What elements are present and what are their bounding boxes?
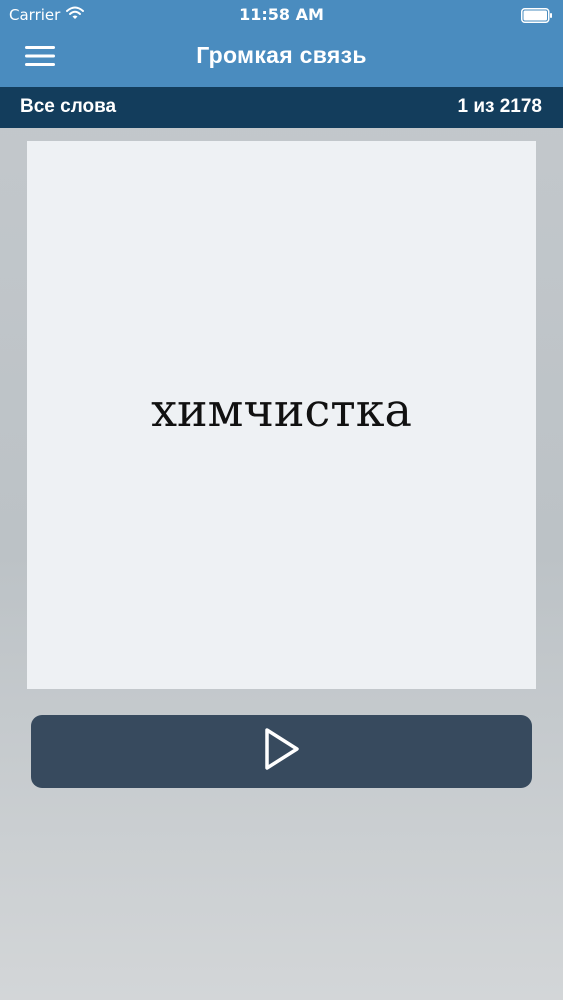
nav-bar: Громкая связь bbox=[0, 30, 563, 87]
status-time: 11:58 AM bbox=[239, 5, 324, 24]
progress-counter: 1 из 2178 bbox=[457, 96, 542, 117]
flashcard[interactable]: химчистка bbox=[27, 141, 536, 689]
battery-icon bbox=[521, 8, 553, 23]
flashcard-word: химчистка bbox=[151, 383, 412, 437]
page-title: Громкая связь bbox=[196, 42, 367, 68]
play-icon bbox=[262, 725, 302, 778]
sub-bar: Все слова 1 из 2178 bbox=[0, 87, 563, 128]
category-label: Все слова bbox=[20, 96, 117, 117]
play-button[interactable] bbox=[31, 715, 532, 788]
status-bar: Carrier 11:58 AM bbox=[0, 0, 563, 30]
